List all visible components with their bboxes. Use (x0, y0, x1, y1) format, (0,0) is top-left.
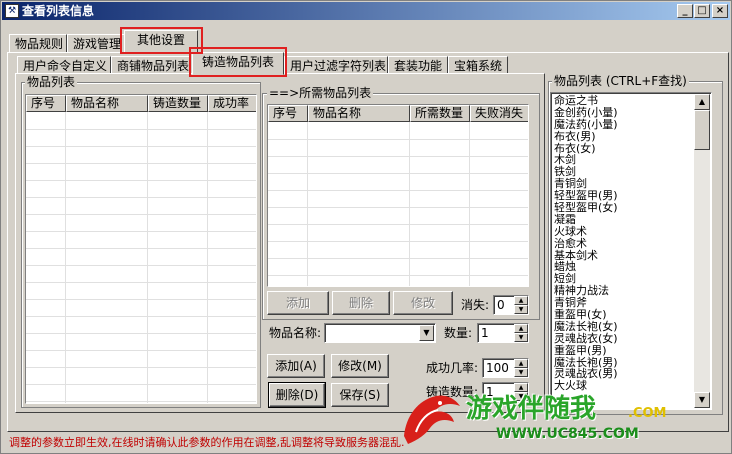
vanish-input[interactable]: 0 ▲ ▼ (493, 295, 529, 315)
stepper-up-icon[interactable]: ▲ (514, 359, 528, 368)
quantity-label: 数量: (444, 326, 473, 340)
scroll-down-icon[interactable]: ▼ (694, 392, 710, 408)
dragon-logo-icon (404, 395, 460, 444)
stepper-up-icon[interactable]: ▲ (514, 324, 528, 333)
vanish-value: 0 (497, 298, 505, 312)
forge-item-table[interactable]: 序号 物品名称 铸造数量 成功率 (25, 94, 257, 404)
scroll-thumb[interactable] (694, 110, 710, 150)
maximize-button[interactable]: □ (694, 4, 710, 18)
success-rate-label: 成功几率: (426, 361, 479, 375)
list-item[interactable]: 重盔甲(男) (554, 344, 618, 357)
quantity-input[interactable]: 1 ▲ ▼ (477, 323, 529, 343)
tab-item-rules[interactable]: 物品规则 (9, 34, 67, 54)
modify-button[interactable]: 修改(M) (331, 354, 389, 378)
quantity-stepper[interactable]: ▲ ▼ (514, 324, 528, 342)
column-success-rate[interactable]: 成功率 (208, 95, 256, 112)
close-button[interactable]: × (712, 4, 728, 18)
watermark-url: WWW.UC845.COM (496, 426, 639, 442)
required-modify-button[interactable]: 修改 (393, 291, 453, 315)
column-index[interactable]: 序号 (26, 95, 66, 112)
item-name-select[interactable]: ▼ (324, 323, 436, 343)
stepper-up-icon[interactable]: ▲ (514, 296, 528, 305)
list-item[interactable]: 布衣(男) (554, 130, 618, 143)
required-item-table-header: 序号 物品名称 所需数量 失败消失 (268, 105, 528, 122)
column-fail-vanish[interactable]: 失败消失 (470, 105, 528, 122)
required-add-button[interactable]: 添加 (267, 291, 329, 315)
tab-forge-items[interactable]: 铸造物品列表 (192, 52, 284, 75)
forge-item-table-gridlines (26, 112, 256, 403)
required-item-table-gridlines (268, 122, 528, 286)
chevron-down-icon[interactable]: ▼ (419, 325, 434, 341)
vanish-stepper[interactable]: ▲ ▼ (514, 296, 528, 314)
watermark-com: .COM (628, 406, 667, 421)
required-delete-button[interactable]: 删除 (332, 291, 390, 315)
watermark: 游戏伴随我 .COM WWW.UC845.COM (396, 386, 696, 448)
column-forge-quantity[interactable]: 铸造数量 (148, 95, 208, 112)
vanish-label: 消失: (461, 298, 490, 312)
forge-item-table-header: 序号 物品名称 铸造数量 成功率 (26, 95, 256, 112)
stepper-down-icon[interactable]: ▼ (514, 333, 528, 342)
required-item-table[interactable]: 序号 物品名称 所需数量 失败消失 (267, 104, 529, 287)
list-item[interactable]: 灵魂战衣(女) (554, 332, 618, 345)
column-item-name[interactable]: 物品名称 (308, 105, 410, 122)
item-list-group-label: 物品列表 (25, 75, 78, 89)
stepper-down-icon[interactable]: ▼ (514, 305, 528, 314)
tab-game-management[interactable]: 游戏管理 (67, 34, 125, 54)
stepper-down-icon[interactable]: ▼ (514, 368, 528, 377)
add-button[interactable]: 添加(A) (267, 354, 325, 378)
status-message: 调整的参数立即生效,在线时请确认此参数的作用在调整,乱调整将导致服务器混乱. (9, 436, 405, 449)
list-item[interactable]: 治愈术 (554, 237, 618, 250)
success-rate-input[interactable]: 100 ▲ ▼ (482, 358, 529, 378)
title-bar[interactable]: ⚒ 查看列表信息 _ □ × (2, 2, 730, 20)
success-rate-value: 100 (486, 361, 509, 375)
list-item[interactable]: 金创药(小量) (554, 106, 618, 119)
column-index[interactable]: 序号 (268, 105, 308, 122)
item-list-right-label: 物品列表 (CTRL+F查找) (552, 74, 689, 88)
column-required-quantity[interactable]: 所需数量 (410, 105, 470, 122)
minimize-button[interactable]: _ (677, 4, 693, 18)
window-title: 查看列表信息 (22, 4, 95, 18)
success-rate-stepper[interactable]: ▲ ▼ (514, 359, 528, 377)
watermark-text: 游戏伴随我 (466, 394, 597, 424)
list-item[interactable]: 魔法药(小量) (554, 118, 618, 131)
scroll-up-icon[interactable]: ▲ (694, 94, 710, 110)
delete-button[interactable]: 删除(D) (268, 382, 326, 408)
item-listbox[interactable]: 命运之书 金创药(小量) 魔法药(小量) 布衣(男) 布衣(女) 木剑 铁剑 青铜剑 轻型盔甲(… (550, 92, 712, 410)
quantity-value: 1 (481, 326, 489, 340)
item-list-scrollbar[interactable]: ▲ ▼ (694, 94, 710, 408)
list-item[interactable]: 火球术 (554, 225, 618, 238)
tab-other-settings[interactable]: 其他设置 (124, 30, 198, 53)
column-item-name[interactable]: 物品名称 (66, 95, 148, 112)
app-icon: ⚒ (5, 4, 19, 18)
list-item[interactable]: 凝霜 (554, 213, 618, 226)
required-items-group-label: ==>所需物品列表 (267, 86, 374, 100)
save-button[interactable]: 保存(S) (331, 383, 389, 407)
item-name-label: 物品名称: (269, 326, 322, 340)
window: ⚒ 查看列表信息 _ □ × 物品规则 游戏管理 其他设置 用户命令自定义 商铺… (0, 0, 732, 454)
item-list: 命运之书 金创药(小量) 魔法药(小量) 布衣(男) 布衣(女) 木剑 铁剑 青铜剑 轻型盔甲(… (554, 95, 618, 392)
